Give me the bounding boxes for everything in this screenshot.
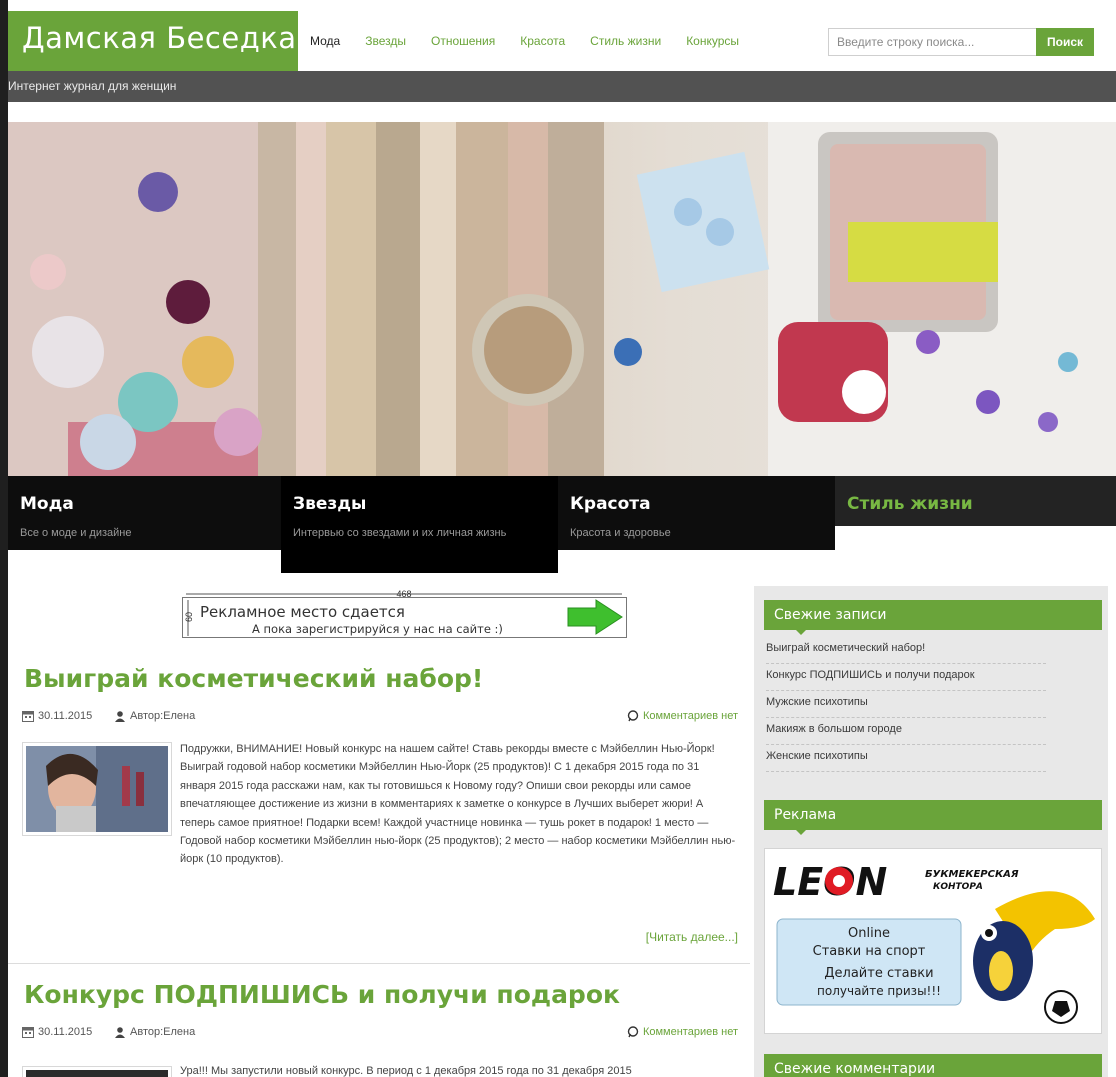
widget-title-ad: Реклама	[764, 800, 1102, 835]
category-title: Мода	[20, 494, 74, 514]
post: Выиграй косметический набор! 30.11.2015 …	[8, 662, 750, 964]
post-thumbnail-image	[26, 746, 168, 832]
post-excerpt-text: Подружки, ВНИМАНИЕ! Новый конкурс на наш…	[180, 743, 736, 866]
widget-title-comments: Свежие комментарии	[764, 1054, 1102, 1077]
post-author: Автор:Елена	[114, 710, 195, 722]
ad-text-sport: Ставки на спорт	[813, 944, 926, 959]
post-thumbnail[interactable]	[22, 1066, 172, 1077]
post-author: Автор:Елена	[114, 1026, 195, 1038]
hero-image	[8, 122, 1116, 476]
read-more-link[interactable]: [Читать далее...]	[646, 930, 738, 944]
category-description: Все о моде и дизайне	[20, 527, 132, 539]
recent-posts-list: Выиграй косметический набор! Конкурс ПОД…	[766, 637, 1046, 772]
post-comments-text: Комментариев нет	[642, 710, 738, 722]
leon-sub-1: БУКМЕКЕРСКАЯ	[925, 869, 1019, 880]
post-title[interactable]: Конкурс ПОДПИШИСЬ и получи подарок	[24, 980, 620, 1009]
post-date-text: 30.11.2015	[38, 1026, 93, 1038]
post-author-text: Автор:Елена	[130, 1026, 196, 1038]
calendar-icon	[22, 711, 34, 722]
category-zvezdy[interactable]: Звезды Интервью со звездами и их личная …	[281, 476, 558, 573]
category-strip: Мода Все о моде и дизайне Звезды Интервь…	[8, 476, 1116, 576]
leon-sub-2: КОНТОРА	[933, 882, 983, 892]
post: Конкурс ПОДПИШИСЬ и получи подарок 30.11…	[8, 978, 750, 1077]
ad-height-label: 60	[184, 612, 194, 622]
nav-item-krasota[interactable]: Красота	[520, 34, 565, 48]
sidebar-ad[interactable]: LEON БУКМЕКЕРСКАЯ КОНТОРА Online Ставки …	[764, 848, 1102, 1034]
site-header: Дамская Беседка Мода Звезды Отношения Кр…	[8, 11, 1116, 71]
recent-post-item[interactable]: Макияж в большом городе	[766, 718, 1046, 745]
recent-post-item[interactable]: Выиграй косметический набор!	[766, 637, 1046, 664]
search-button[interactable]: Поиск	[1036, 28, 1094, 56]
user-icon	[115, 1027, 125, 1038]
post-excerpt-text: Ура!!! Мы запустили новый конкурс. В пер…	[180, 1065, 632, 1077]
category-title: Красота	[570, 494, 651, 514]
calendar-icon	[22, 1027, 34, 1038]
category-description: Красота и здоровье	[570, 527, 671, 539]
nav-item-otnosheniya[interactable]: Отношения	[431, 34, 495, 48]
main-content: 468 60 Рекламное место сдается А пока за…	[8, 576, 750, 1077]
search-input[interactable]	[828, 28, 1036, 56]
ad-banner[interactable]: 468 60 Рекламное место сдается А пока за…	[182, 589, 630, 642]
post-date: 30.11.2015	[22, 1026, 92, 1038]
user-icon	[115, 711, 125, 722]
post-title[interactable]: Выиграй косметический набор!	[24, 664, 483, 693]
category-stil-zhizni[interactable]: Стиль жизни	[835, 476, 1116, 526]
comment-bubble-icon	[627, 710, 639, 722]
ad-width-label: 468	[396, 590, 411, 599]
hero-illustration	[8, 122, 1116, 476]
site-logo[interactable]: Дамская Беседка	[8, 11, 298, 71]
ad-text-online: Online	[848, 926, 890, 941]
post-date-text: 30.11.2015	[38, 710, 93, 722]
category-moda[interactable]: Мода Все о моде и дизайне	[8, 476, 281, 550]
recent-post-item[interactable]: Женские психотипы	[766, 745, 1046, 772]
nav-item-stil-zhizni[interactable]: Стиль жизни	[590, 34, 661, 48]
leon-ad-graphic: LEON БУКМЕКЕРСКАЯ КОНТОРА Online Ставки …	[765, 849, 1101, 1033]
recent-post-item[interactable]: Конкурс ПОДПИШИСЬ и получи подарок	[766, 664, 1046, 691]
category-title: Стиль жизни	[847, 494, 973, 514]
post-comments-text: Комментариев нет	[642, 1026, 738, 1038]
sidebar: Свежие записи Выиграй косметический набо…	[754, 586, 1108, 1077]
ad-banner-graphic: 468 60 Рекламное место сдается А пока за…	[182, 589, 627, 638]
category-description: Интервью со звездами и их личная жизнь	[293, 527, 507, 539]
tagline-bar: Интернет журнал для женщин	[8, 71, 1116, 102]
recent-post-item[interactable]: Мужские психотипы	[766, 691, 1046, 718]
comment-bubble-icon	[627, 1026, 639, 1038]
category-krasota[interactable]: Красота Красота и здоровье	[558, 476, 835, 550]
ad-text-bets: Делайте ставки	[824, 966, 933, 981]
post-comments-link[interactable]: Комментариев нет	[627, 710, 738, 722]
logo-text: Дамская Беседка	[22, 21, 297, 55]
nav-item-zvezdy[interactable]: Звезды	[365, 34, 406, 48]
nav-item-konkursy[interactable]: Конкурсы	[686, 34, 739, 48]
nav-item-moda[interactable]: Мода	[310, 34, 340, 48]
category-title: Звезды	[293, 494, 367, 514]
ad-line-2: А пока зарегистрируйся у нас на сайте :)	[252, 622, 503, 636]
post-date: 30.11.2015	[22, 710, 92, 722]
post-meta: 30.11.2015 Автор:Елена Комментариев нет	[22, 1026, 738, 1042]
post-meta: 30.11.2015 Автор:Елена Комментариев нет	[22, 710, 738, 726]
widget-title-recent: Свежие записи	[764, 600, 1102, 635]
post-comments-link[interactable]: Комментариев нет	[627, 1026, 738, 1038]
main-navigation: Мода Звезды Отношения Красота Стиль жизн…	[310, 11, 764, 71]
post-thumbnail-image	[26, 1070, 168, 1077]
ad-line-1: Рекламное место сдается	[200, 603, 405, 621]
site-tagline: Интернет журнал для женщин	[8, 79, 177, 93]
search-form: Поиск	[828, 28, 1107, 56]
post-thumbnail[interactable]	[22, 742, 172, 836]
ad-text-prizes: получайте призы!!!	[817, 984, 941, 998]
post-author-text: Автор:Елена	[130, 710, 196, 722]
